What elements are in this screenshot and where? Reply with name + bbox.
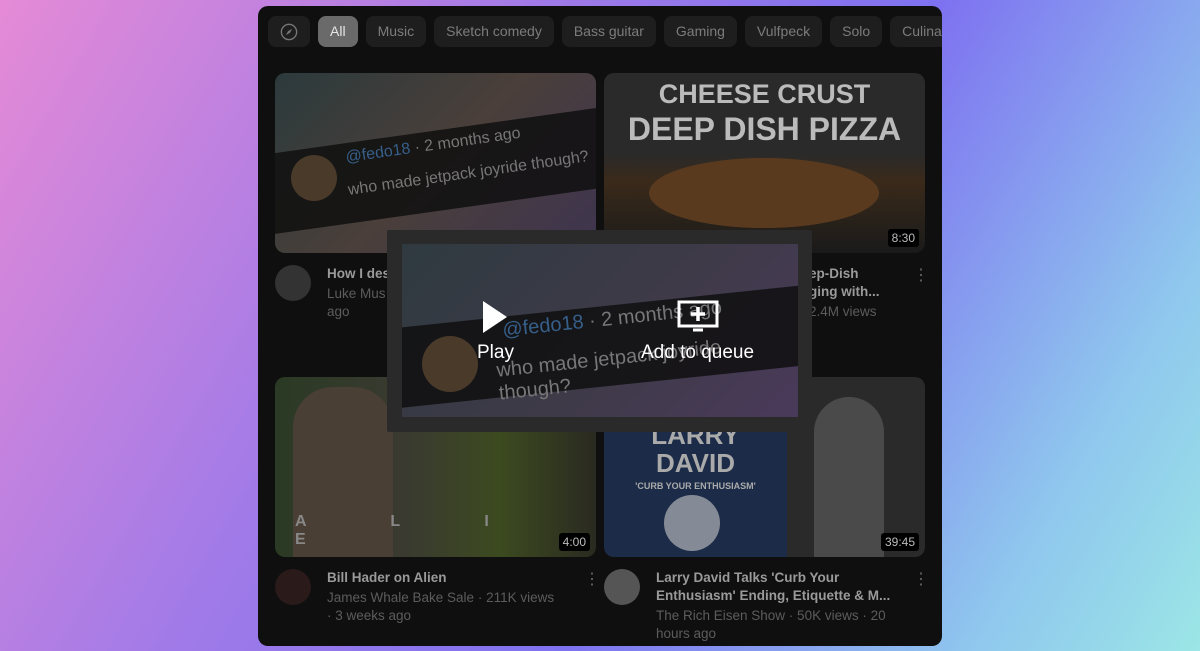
- more-options-icon[interactable]: ⋮: [913, 569, 929, 643]
- more-options-icon[interactable]: ⋮: [913, 265, 929, 321]
- add-to-queue-button[interactable]: Add to queue: [641, 300, 754, 364]
- chip-music[interactable]: Music: [365, 16, 427, 47]
- play-icon: [483, 301, 508, 333]
- more-options-icon[interactable]: ⋮: [584, 569, 600, 625]
- chip-all[interactable]: All: [318, 16, 358, 47]
- chip-bass-guitar[interactable]: Bass guitar: [561, 16, 656, 47]
- hover-action-popup: @fedo18 · 2 months ago who made jetpack …: [387, 230, 812, 432]
- chip-bar: All Music Sketch comedy Bass guitar Gami…: [268, 16, 942, 47]
- channel-avatar[interactable]: [275, 569, 311, 605]
- explore-button[interactable]: [268, 16, 310, 47]
- chip-gaming[interactable]: Gaming: [663, 16, 737, 47]
- video-thumbnail[interactable]: @fedo18 · 2 months ago who made jetpack …: [275, 73, 596, 253]
- chip-solo[interactable]: Solo: [830, 16, 883, 47]
- video-thumbnail[interactable]: CHEESE CRUST DEEP DISH PIZZA 8:30: [604, 73, 925, 253]
- add-to-queue-icon: [677, 300, 719, 332]
- chip-sketch-comedy[interactable]: Sketch comedy: [434, 16, 554, 47]
- compass-icon: [280, 23, 298, 40]
- play-button[interactable]: Play: [477, 300, 514, 364]
- chip-culinary[interactable]: Culinary: [890, 16, 942, 47]
- chip-vulfpeck[interactable]: Vulfpeck: [744, 16, 823, 47]
- channel-avatar[interactable]: [604, 569, 640, 605]
- channel-avatar[interactable]: [275, 265, 311, 301]
